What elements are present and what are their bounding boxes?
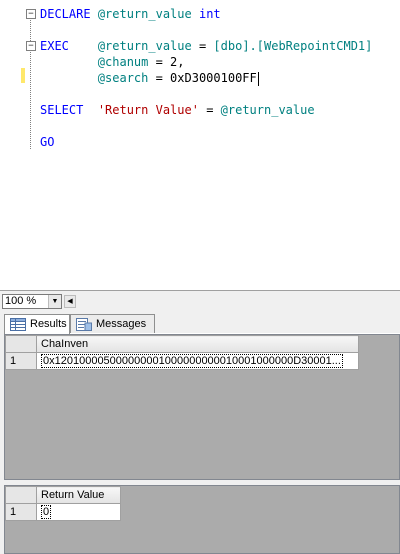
keyword: SELECT [40,103,84,117]
results-grid-1[interactable]: ChaInven 1 0x120100005000000001000000000… [4,334,400,480]
operator: = [198,103,221,117]
messages-icon [76,318,92,331]
string-literal: 'Return Value' [97,103,199,117]
tab-label: Results [30,318,67,330]
cell-value: 0x12010000500000000100000000001000100000… [41,354,343,368]
query-editor[interactable]: − − DECLARE @return_value int EXEC @retu… [0,0,400,290]
keyword: EXEC [40,39,69,53]
code-line-2[interactable]: EXEC @return_value = [dbo].[WebRepointCM… [40,38,372,54]
result-cell[interactable]: 0 [36,503,121,521]
variable: @search [97,71,149,85]
keyword: DECLARE [40,7,91,21]
change-indicator [21,68,25,83]
column-header[interactable]: Return Value [36,486,121,504]
text-caret [257,71,259,86]
collapse-icon[interactable]: − [26,41,36,51]
scroll-left-icon[interactable]: ◀ [64,295,76,308]
cell-value: 0 [41,505,52,519]
column-header[interactable]: ChaInven [36,335,359,353]
tab-label: Messages [96,318,147,330]
result-cell[interactable]: 0x12010000500000000100000000001000100000… [36,352,359,370]
code-line-4[interactable]: @search = 0xD3000100FF [40,70,259,86]
keyword: GO [40,135,55,149]
collapse-icon[interactable]: − [26,9,36,19]
operator: = [191,39,214,53]
procedure-name: [dbo].[WebRepointCMD1] [213,39,373,53]
row-number[interactable]: 1 [5,503,37,521]
results-table: Return Value 1 0 [5,486,121,521]
corner-cell[interactable] [5,335,37,353]
row-number[interactable]: 1 [5,352,37,370]
code-text: = 2, [148,55,185,69]
header-row: Return Value [5,486,121,504]
keyword: int [198,7,221,21]
tab-messages[interactable]: Messages [70,314,155,333]
code-line-3[interactable]: @chanum = 2, [40,54,185,70]
outline-guide [30,12,32,149]
editor-gutter [0,0,20,290]
code-line-5[interactable]: SELECT 'Return Value' = @return_value [40,102,315,118]
corner-cell[interactable] [5,486,37,504]
table-row[interactable]: 1 0x120100005000000001000000000010001000… [5,352,359,370]
code-text: = 0xD3000100FF [148,71,257,85]
header-row: ChaInven [5,335,359,353]
results-grid-2[interactable]: Return Value 1 0 [4,485,400,554]
grid-icon [10,318,26,331]
variable: @return_value [97,39,192,53]
zoom-value: 100 % [5,295,37,307]
variable: @return_value [220,103,315,117]
zoom-bar: 100 % ▼ ◀ [0,290,400,311]
chevron-down-icon[interactable]: ▼ [48,295,61,308]
variable: @return_value [97,7,192,21]
code-line-6[interactable]: GO [40,134,54,150]
table-row[interactable]: 1 0 [5,503,121,521]
variable: @chanum [97,55,149,69]
results-tabstrip: Results Messages [0,311,400,334]
zoom-dropdown[interactable]: 100 % ▼ [2,294,62,309]
code-line-1[interactable]: DECLARE @return_value int [40,6,221,22]
tab-results[interactable]: Results [4,314,70,334]
results-table: ChaInven 1 0x120100005000000001000000000… [5,335,359,370]
